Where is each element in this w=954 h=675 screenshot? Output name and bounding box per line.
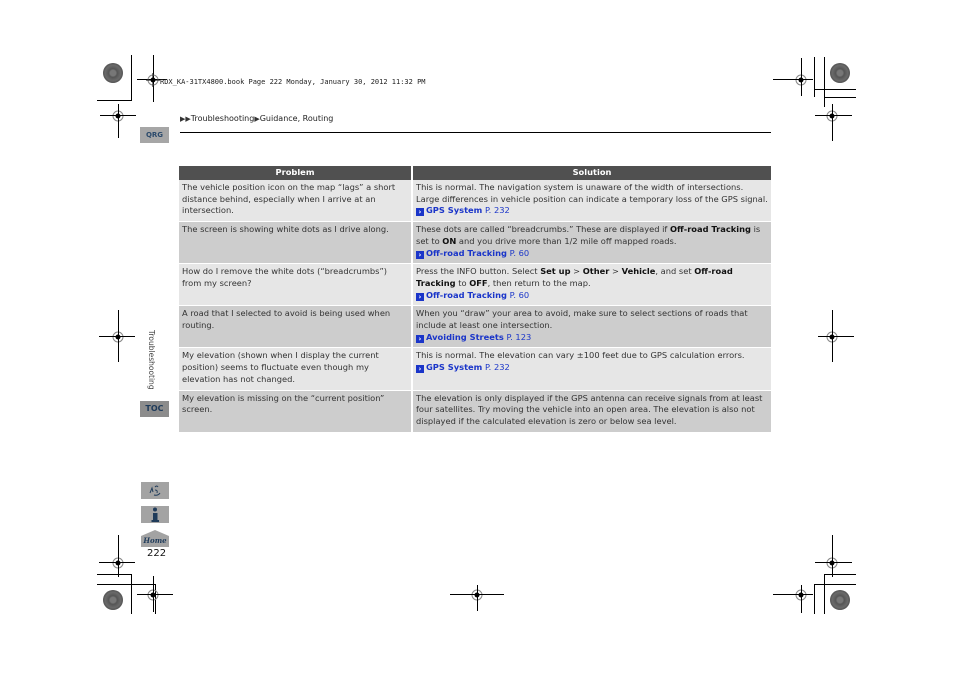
- registration-disc-icon: [103, 590, 123, 610]
- solution-text: Press the INFO button. Select: [416, 266, 541, 277]
- arrow-ref-icon: ›: [416, 250, 424, 259]
- reference-name[interactable]: Off-road Tracking: [426, 248, 507, 258]
- page-number: 222: [147, 548, 167, 559]
- problem-cell: My elevation (shown when I display the c…: [179, 347, 412, 391]
- problem-cell: The screen is showing white dots as I dr…: [179, 221, 412, 264]
- solution-text: and you drive more than 1/2 mile off map…: [456, 235, 677, 246]
- reference-page[interactable]: P. 232: [485, 205, 510, 215]
- table-row: The screen is showing white dots as I dr…: [179, 221, 771, 264]
- reference-link[interactable]: › GPS System P. 232: [416, 362, 510, 374]
- table-row: My elevation (shown when I display the c…: [179, 347, 771, 391]
- voice-command-icon: [149, 485, 161, 496]
- reference-page[interactable]: P. 60: [510, 290, 530, 300]
- column-header-problem: Problem: [179, 166, 412, 180]
- menu-item-name: Set up: [540, 266, 571, 277]
- reference-link[interactable]: › GPS System P. 232: [416, 205, 510, 217]
- solution-cell: These dots are called “breadcrumbs.” The…: [411, 221, 771, 264]
- table-row: How do I remove the white dots (“breadcr…: [179, 263, 771, 306]
- voice-command-button[interactable]: [141, 482, 169, 499]
- crosshair-icon: [146, 72, 160, 87]
- solution-text: , and set: [655, 266, 695, 277]
- column-header-solution: Solution: [411, 166, 771, 180]
- table-row: A road that I selected to avoid is being…: [179, 305, 771, 348]
- problem-cell: A road that I selected to avoid is being…: [179, 305, 412, 348]
- home-icon: Home: [141, 530, 169, 547]
- reference-name[interactable]: GPS System: [426, 205, 482, 215]
- reference-name[interactable]: Avoiding Streets: [426, 332, 504, 342]
- problem-cell: The vehicle position icon on the map “la…: [179, 180, 412, 222]
- reference-name[interactable]: Off-road Tracking: [426, 290, 507, 300]
- solution-text: >: [570, 266, 583, 277]
- setting-name: Off-road Tracking: [669, 224, 751, 235]
- reference-link[interactable]: › Off-road Tracking P. 60: [416, 248, 530, 259]
- table-row: My elevation is missing on the “current …: [179, 389, 771, 432]
- registration-disc-icon: [103, 63, 123, 83]
- arrow-ref-icon: ›: [416, 334, 424, 343]
- reference-link[interactable]: › Avoiding Streets P. 123: [416, 332, 531, 343]
- problem-cell: My elevation is missing on the “current …: [179, 389, 412, 432]
- solution-text: , then return to the map.: [487, 277, 591, 288]
- arrow-ref-icon: ›: [416, 292, 424, 301]
- toc-tab[interactable]: TOC: [140, 401, 169, 417]
- table-row: The vehicle position icon on the map “la…: [179, 180, 771, 222]
- info-icon: [151, 507, 159, 522]
- arrow-ref-icon: ›: [416, 208, 424, 217]
- solution-cell: This is normal. The navigation system is…: [411, 180, 771, 222]
- solution-cell: When you “draw” your area to avoid, make…: [411, 305, 771, 348]
- qrg-tab[interactable]: QRG: [140, 127, 169, 143]
- solution-text: This is normal. The navigation system is…: [416, 182, 768, 204]
- problem-cell: How do I remove the white dots (“breadcr…: [179, 263, 412, 306]
- menu-item-name: Vehicle: [621, 266, 656, 277]
- arrow-ref-icon: ›: [416, 365, 424, 374]
- solution-cell: The elevation is only displayed if the G…: [411, 389, 771, 432]
- solution-text: to: [455, 277, 470, 288]
- reference-page[interactable]: P. 60: [510, 248, 530, 258]
- breadcrumb-arrow-icon: ▶▶: [180, 115, 191, 123]
- breadcrumb-subsection: Guidance, Routing: [259, 114, 334, 123]
- solution-text: When you “draw” your area to avoid, make…: [416, 308, 748, 331]
- breadcrumb-section[interactable]: Troubleshooting: [191, 114, 255, 123]
- menu-item-name: Other: [582, 266, 610, 277]
- section-side-label: Troubleshooting: [147, 330, 156, 390]
- reference-page[interactable]: P. 232: [485, 362, 510, 372]
- registration-disc-icon: [830, 63, 850, 83]
- registration-disc-icon: [830, 590, 850, 610]
- reference-page[interactable]: P. 123: [506, 332, 531, 342]
- book-info-line: RDX_KA-31TX4800.book Page 222 Monday, Ja…: [160, 78, 426, 86]
- breadcrumb: ▶▶Troubleshooting▶Guidance, Routing: [180, 114, 333, 123]
- solution-text: These dots are called “breadcrumbs.” The…: [416, 224, 670, 235]
- setting-value: ON: [442, 235, 457, 246]
- solution-text: >: [609, 266, 622, 277]
- reference-name[interactable]: GPS System: [426, 362, 482, 372]
- solution-cell: This is normal. The elevation can vary ±…: [411, 347, 771, 391]
- solution-cell: Press the INFO button. Select Set up > O…: [411, 263, 771, 306]
- solution-text: This is normal. The elevation can vary ±…: [416, 350, 745, 361]
- troubleshooting-table: Problem Solution The vehicle position ic…: [179, 166, 771, 432]
- setting-value: OFF: [469, 277, 488, 288]
- home-button[interactable]: Home: [141, 530, 169, 547]
- info-button[interactable]: [141, 506, 169, 523]
- header-divider: [180, 132, 771, 133]
- reference-link[interactable]: › Off-road Tracking P. 60: [416, 290, 530, 301]
- home-label: Home: [142, 536, 167, 545]
